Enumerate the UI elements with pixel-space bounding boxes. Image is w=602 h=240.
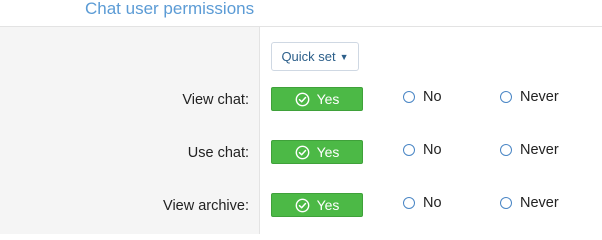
permission-row-view-archive: View archive: Yes No Never	[0, 193, 602, 223]
radio-icon	[500, 91, 512, 103]
section-header: Chat user permissions	[0, 0, 602, 27]
never-label: Never	[520, 195, 559, 211]
yes-option-selected[interactable]: Yes	[271, 193, 363, 217]
no-label: No	[423, 142, 442, 158]
permission-row-view-chat: View chat: Yes No Never	[0, 87, 602, 117]
check-circle-icon	[295, 92, 309, 106]
quick-set-button[interactable]: Quick set ▼	[271, 42, 359, 71]
no-option[interactable]: No	[403, 142, 442, 158]
yes-label: Yes	[316, 91, 340, 107]
quick-set-label: Quick set	[281, 49, 336, 64]
never-option[interactable]: Never	[500, 89, 559, 105]
no-option[interactable]: No	[403, 89, 442, 105]
no-label: No	[423, 195, 442, 211]
radio-icon	[500, 197, 512, 209]
radio-icon	[403, 144, 415, 156]
permission-label: View archive:	[163, 198, 249, 214]
yes-label: Yes	[316, 197, 340, 213]
yes-option-selected[interactable]: Yes	[271, 140, 363, 164]
never-option[interactable]: Never	[500, 195, 559, 211]
never-label: Never	[520, 89, 559, 105]
no-label: No	[423, 89, 442, 105]
check-circle-icon	[295, 145, 309, 159]
no-option[interactable]: No	[403, 195, 442, 211]
section-title: Chat user permissions	[85, 0, 255, 18]
never-label: Never	[520, 142, 559, 158]
permission-row-use-chat: Use chat: Yes No Never	[0, 140, 602, 170]
radio-icon	[500, 144, 512, 156]
yes-label: Yes	[316, 144, 340, 160]
permission-label: Use chat:	[187, 145, 249, 161]
check-circle-icon	[295, 198, 309, 212]
radio-icon	[403, 91, 415, 103]
permission-label: View chat:	[182, 92, 249, 108]
yes-option-selected[interactable]: Yes	[271, 87, 363, 111]
never-option[interactable]: Never	[500, 142, 559, 158]
radio-icon	[403, 197, 415, 209]
caret-down-icon: ▼	[339, 51, 349, 62]
